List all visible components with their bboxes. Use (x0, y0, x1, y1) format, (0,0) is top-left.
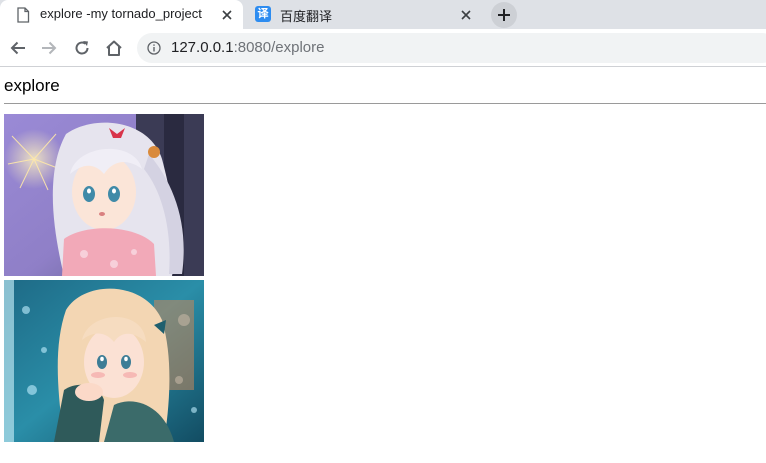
tab-title: explore -my tornado_project (40, 6, 202, 21)
forward-arrow-icon (42, 41, 57, 55)
anime-image-1 (4, 114, 204, 276)
back-button[interactable] (7, 37, 29, 59)
tab-strip: explore -my tornado_project 译 百度翻译 (0, 0, 766, 29)
plus-icon (498, 9, 510, 21)
tab-title: 百度翻译 (280, 9, 333, 24)
baidu-translate-icon: 译 (255, 6, 271, 22)
back-arrow-icon (10, 41, 25, 55)
tab-baidu-translate[interactable]: 译 百度翻译 (244, 0, 484, 29)
url-text: 127.0.0.1:8080/explore (171, 39, 324, 56)
info-icon[interactable] (147, 41, 161, 55)
address-bar[interactable]: 127.0.0.1:8080/explore (137, 33, 766, 63)
tab-explore[interactable]: explore -my tornado_project (0, 0, 243, 29)
toolbar: 127.0.0.1:8080/explore (0, 29, 766, 67)
url-path: :8080/explore (233, 39, 325, 56)
reload-icon (75, 41, 89, 55)
home-button[interactable] (103, 37, 125, 59)
anime-image-2 (4, 280, 204, 442)
new-tab-button[interactable] (491, 2, 517, 28)
document-icon (17, 7, 30, 23)
url-host: 127.0.0.1 (171, 39, 234, 56)
page-content: explore (0, 67, 766, 463)
close-tab-icon[interactable] (458, 7, 474, 23)
home-icon (106, 40, 122, 56)
reload-button[interactable] (71, 37, 93, 59)
close-tab-icon[interactable] (219, 7, 235, 23)
page-title: explore (4, 76, 60, 95)
horizontal-rule (4, 103, 766, 104)
forward-button[interactable] (38, 37, 60, 59)
